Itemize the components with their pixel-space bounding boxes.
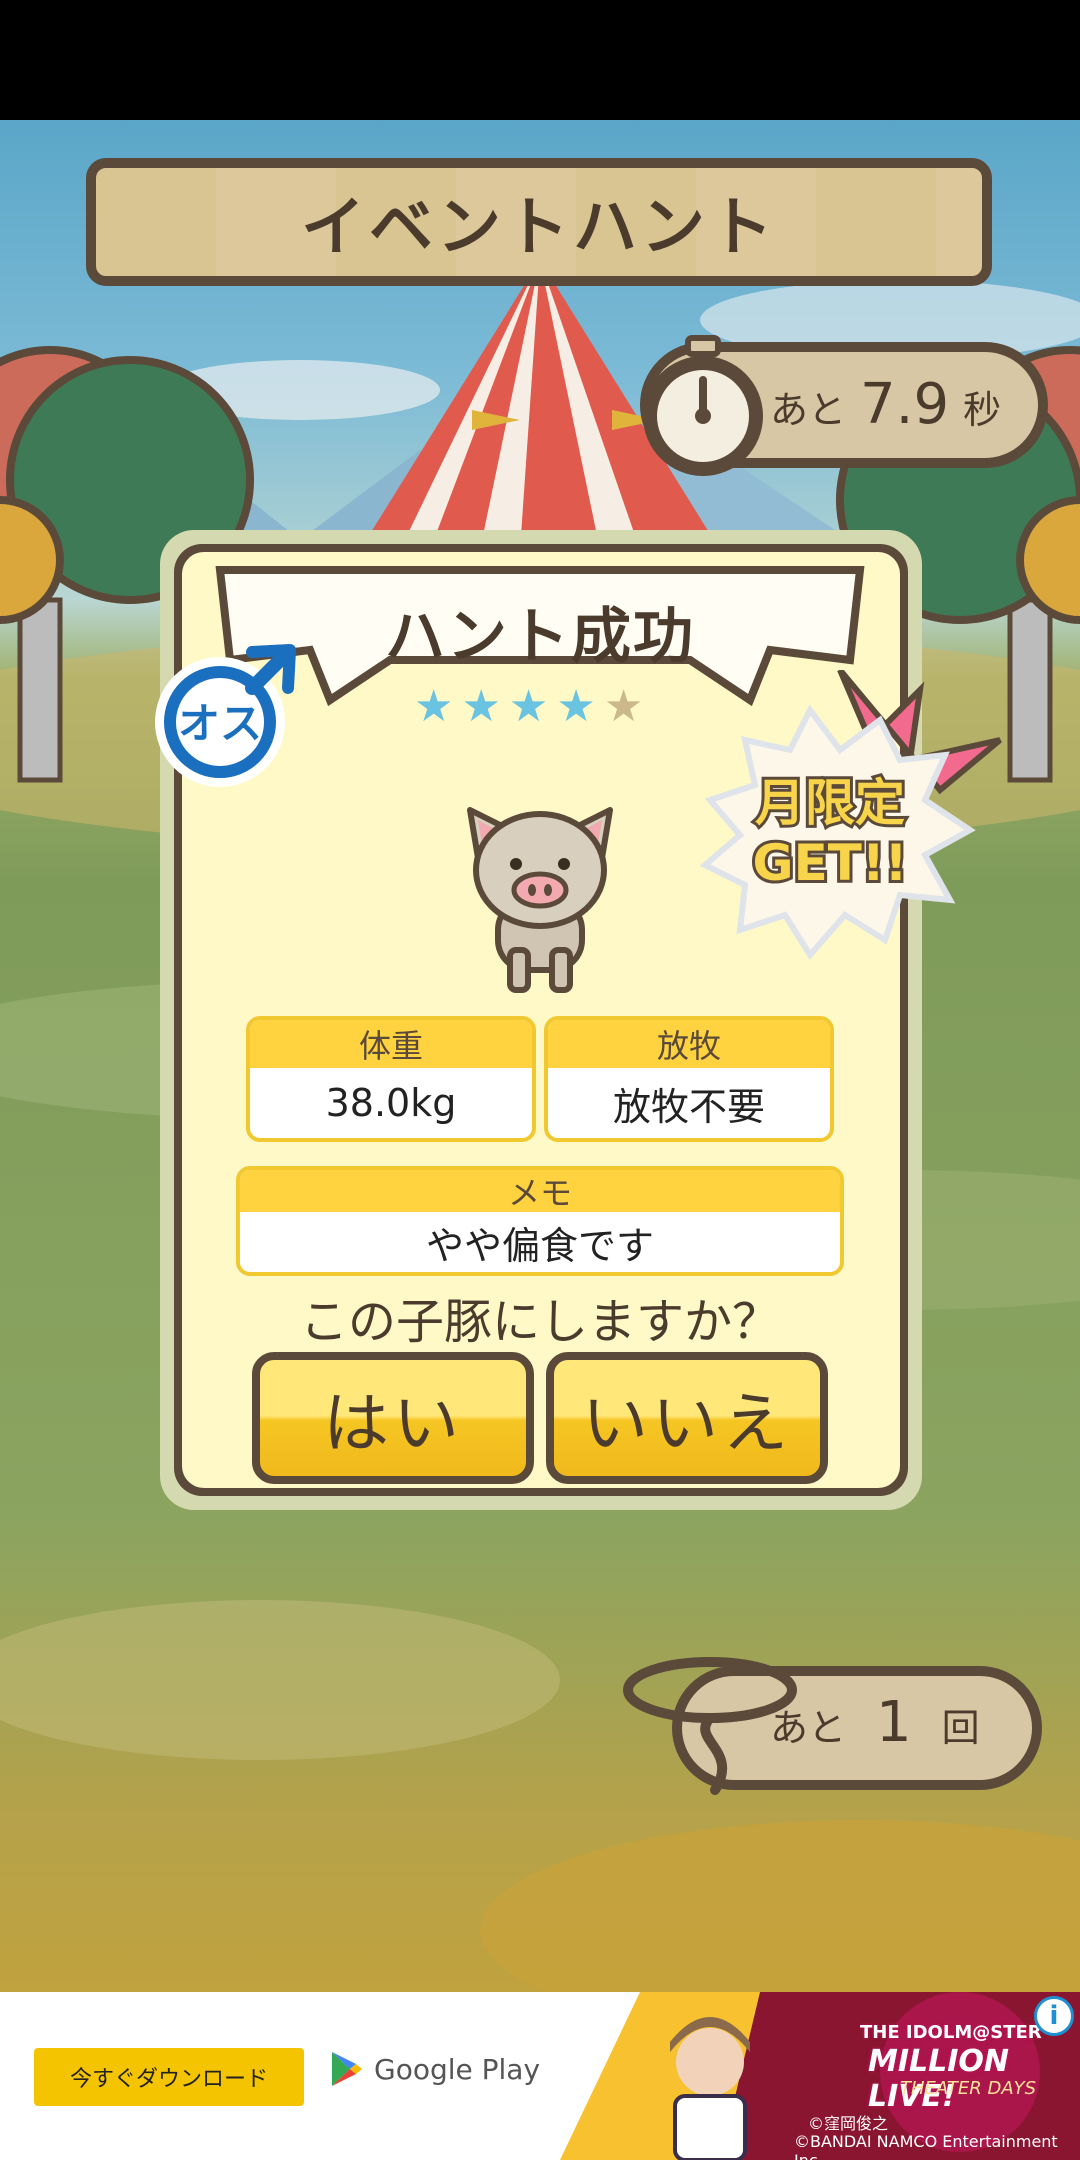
rarity-stars: ★ ★ ★ ★ ★	[414, 685, 643, 729]
graze-stat: 放牧 放牧不要	[544, 1016, 834, 1142]
stopwatch-icon	[643, 335, 763, 476]
ad-copyright-1: ©窪岡俊之	[808, 2114, 889, 2133]
male-icon: オス	[155, 644, 296, 787]
title-plank: イベントハント	[86, 158, 992, 286]
graze-label: 放牧	[548, 1020, 830, 1068]
no-button[interactable]: いいえ	[546, 1352, 828, 1484]
memo-label: メモ	[240, 1170, 840, 1212]
piglet-icon	[467, 807, 613, 993]
google-play-label: Google Play	[374, 2052, 541, 2086]
star-icon: ★	[414, 681, 454, 732]
ad-download-button[interactable]: 今すぐダウンロード	[34, 2048, 304, 2106]
yes-button[interactable]: はい	[252, 1352, 534, 1484]
weight-label: 体重	[250, 1020, 532, 1068]
memo-value: やや偏食です	[425, 1223, 654, 1268]
ad-info-icon[interactable]: i	[1034, 1996, 1074, 2036]
status-bar	[0, 0, 1080, 120]
memo-stat: メモ やや偏食です	[236, 1166, 844, 1276]
timer-unit: 秒	[963, 388, 1002, 432]
ad-brand-line1: THE IDOLM@STER	[860, 2022, 1042, 2043]
star-icon: ★	[508, 681, 549, 732]
star-icon: ★	[556, 681, 596, 732]
page-title: イベントハント	[301, 191, 777, 265]
remaining-prefix: あと	[770, 1706, 847, 1750]
ad-banner[interactable]: 今すぐダウンロード Google Play THE IDOLM@STER MIL…	[0, 1992, 1080, 2160]
remaining-unit: 回	[941, 1706, 980, 1750]
star-icon: ★	[461, 681, 501, 732]
badge-line2: GET!!	[753, 834, 908, 892]
timer-value: 7.9	[860, 372, 950, 437]
star-empty-icon: ★	[603, 681, 644, 732]
ad-copyright-2: ©BANDAI NAMCO Entertainment Inc.	[794, 2132, 1058, 2160]
google-play-link[interactable]: Google Play	[330, 2050, 540, 2088]
gender-label: オス	[178, 699, 262, 748]
google-play-icon	[332, 2052, 362, 2086]
badge-line1: 月限定	[755, 774, 905, 832]
timer-readout: あと 7.9 秒	[770, 372, 1001, 437]
ad-brand-line3: THEATER DAYS	[900, 2078, 1037, 2099]
weight-value: 38.0kg	[325, 1081, 457, 1125]
limited-get-badge: 月限定 GET!!	[700, 670, 1002, 961]
graze-value: 放牧不要	[612, 1084, 765, 1129]
remaining-value: 1	[876, 1690, 912, 1755]
weight-stat: 体重 38.0kg	[246, 1016, 536, 1142]
timer-prefix: あと	[770, 388, 847, 432]
remaining-readout: あと 1 回	[770, 1690, 980, 1755]
confirm-question: この子豚にしますか？	[299, 1294, 780, 1350]
